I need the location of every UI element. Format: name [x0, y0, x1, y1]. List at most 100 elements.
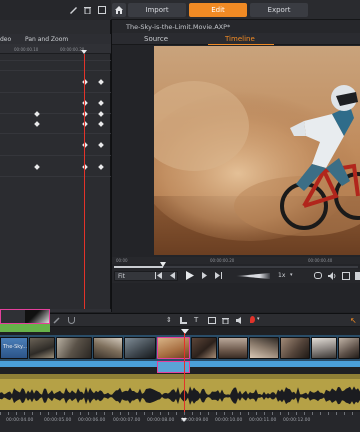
row-divider [0, 92, 111, 93]
video-clip-thumbnail[interactable] [191, 337, 217, 359]
preview-video-frame[interactable] [154, 46, 360, 255]
speed-label: 1x [278, 272, 286, 279]
play-button[interactable] [185, 271, 194, 280]
video-clip-thumbnail[interactable] [311, 337, 337, 359]
link-icon[interactable] [53, 317, 60, 324]
split-screen-icon[interactable] [208, 317, 216, 324]
ruler-tick: 00:00:00.10 [14, 47, 39, 52]
motocross-rider-image [154, 46, 360, 255]
ruler-tick: 00:00:00.40 [308, 258, 333, 263]
ruler-tick: 00:00:00.20 [210, 258, 235, 263]
keyframe-panel [0, 20, 111, 312]
clip-label: The-Sky... [3, 344, 28, 350]
video-clip-thumbnail[interactable] [338, 337, 360, 359]
settings-icon[interactable] [355, 272, 360, 280]
preview-tabs: Source Timeline [112, 33, 360, 45]
speed-dropdown[interactable]: 1x ▾ [278, 271, 304, 281]
preview-scrub-ruler[interactable]: 00:00 00:00:00.20 00:00:00.40 [112, 257, 360, 264]
active-tab-underline [208, 44, 274, 45]
panel-divider [111, 20, 112, 312]
text-icon[interactable]: T [194, 316, 198, 324]
trim-icon[interactable]: ⇕ [166, 316, 172, 324]
volume-meter[interactable] [236, 273, 270, 279]
row-divider [0, 113, 111, 114]
home-button[interactable] [112, 3, 126, 17]
preview-progress-fill [114, 266, 163, 268]
go-to-start-icon[interactable] [155, 272, 162, 279]
marker-icon[interactable] [250, 316, 255, 323]
audio-track[interactable] [0, 374, 360, 410]
tab-source[interactable]: Source [144, 35, 168, 43]
ruler-tick: 00:00:11.00 [249, 418, 277, 423]
row-divider [0, 176, 111, 177]
keyframe-tabs: deo Pan and Zoom [0, 34, 111, 44]
row-divider [0, 60, 111, 61]
ruler-tick: 00:00:10.00 [215, 418, 243, 423]
keyframe-playhead-line [84, 54, 85, 312]
video-clip-thumbnail[interactable] [280, 337, 310, 359]
video-clip-first[interactable]: The-Sky... [0, 337, 28, 359]
ruler-tick: 00:00:07.00 [113, 418, 141, 423]
loop-icon[interactable] [314, 272, 322, 279]
top-toolbar: Import Edit Export [0, 0, 360, 20]
step-back-icon[interactable] [169, 272, 176, 279]
transport-controls [155, 270, 235, 282]
row-divider [0, 70, 111, 71]
edit-button[interactable]: Edit [189, 3, 247, 17]
import-label: Import [145, 6, 169, 14]
tab-pan-and-zoom[interactable]: Pan and Zoom [25, 36, 68, 43]
chevron-down-icon: ▾ [290, 272, 293, 278]
magnet-icon[interactable] [68, 317, 75, 324]
edit-label: Edit [211, 6, 225, 14]
tab-video[interactable]: deo [0, 36, 11, 43]
ruler-tick: 00:00:06.00 [78, 418, 106, 423]
pointer-icon[interactable]: ↖ [350, 316, 357, 325]
speaker-icon[interactable] [236, 317, 243, 324]
ruler-tick: 00:00:12.00 [283, 418, 311, 423]
trash-icon[interactable] [222, 317, 229, 325]
maximize-icon[interactable] [98, 6, 106, 14]
ruler-ticks-line [0, 412, 360, 415]
fit-label: Fit [118, 273, 126, 280]
home-icon [115, 6, 123, 14]
preview-playhead-handle[interactable] [159, 262, 166, 267]
import-button[interactable]: Import [128, 3, 186, 17]
speaker-icon[interactable] [328, 272, 336, 280]
video-clip-thumbnail[interactable] [56, 337, 92, 359]
ruler-tick: 00:00:08.00 [147, 418, 175, 423]
overlay-clip-thumbnail [25, 310, 49, 323]
row-divider [0, 133, 111, 134]
ruler-tick: 00:00:05.00 [44, 418, 72, 423]
selected-clip-bar [157, 361, 190, 373]
video-clip-thumbnail[interactable] [124, 337, 156, 359]
left-panel-header [0, 0, 111, 20]
keyframe-ruler: 00:00:00.10 00:00:00.20 [0, 44, 111, 54]
audio-waveform [0, 374, 360, 405]
ruler-tick: 00:00:04.00 [6, 418, 34, 423]
timeline-toolbar: ⌄ ⇕ T ▾ ↖ [0, 313, 360, 327]
overlay-clip[interactable] [0, 309, 50, 324]
row-divider [0, 155, 111, 156]
project-title: The-Sky-is-the-Limit.Movie.AXP* [112, 20, 360, 33]
ruler-playhead-handle[interactable] [181, 418, 187, 422]
preview-progress-track[interactable] [114, 266, 358, 268]
timeline-playhead-line [184, 333, 185, 418]
delete-icon[interactable] [84, 6, 91, 15]
timeline-playhead-marker[interactable] [181, 329, 189, 334]
step-forward-icon[interactable] [201, 272, 208, 279]
snap-icon[interactable] [180, 317, 187, 324]
overlay-clip-bar [0, 324, 50, 332]
export-button[interactable]: Export [250, 3, 308, 17]
export-label: Export [267, 6, 291, 14]
fullscreen-icon[interactable] [342, 272, 350, 280]
tab-timeline[interactable]: Timeline [225, 35, 255, 43]
selected-video-clip[interactable] [157, 337, 190, 359]
video-clip-thumbnail[interactable] [249, 337, 279, 359]
video-clip-thumbnail[interactable] [93, 337, 123, 359]
video-clip-thumbnail[interactable] [218, 337, 248, 359]
preview-controls: Fit ▾ 1x ▾ [112, 269, 360, 283]
go-to-end-icon[interactable] [215, 272, 222, 279]
brush-icon[interactable] [69, 6, 77, 14]
video-clip-thumbnail[interactable] [29, 337, 55, 359]
chevron-down-icon[interactable]: ▾ [257, 316, 260, 322]
